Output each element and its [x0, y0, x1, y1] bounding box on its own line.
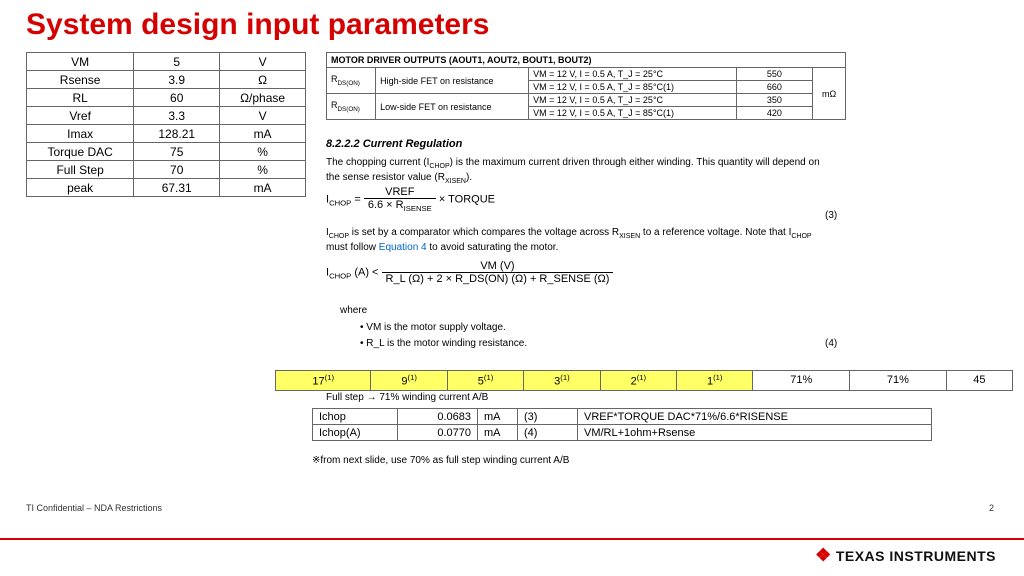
table-row: Imax128.21mA [27, 125, 306, 143]
table-row: Vref3.3V [27, 107, 306, 125]
fullstep-note: Full step → 71% winding current A/B [326, 392, 488, 403]
bullet-2: • R_L is the motor winding resistance. [360, 338, 527, 349]
rds-table-header: MOTOR DRIVER OUTPUTS (AOUT1, AOUT2, BOUT… [326, 52, 846, 67]
bullet-1: • VM is the motor supply voltage. [360, 322, 506, 333]
table-row: RL60Ω/phase [27, 89, 306, 107]
footnote: ※from next slide, use 70% as full step w… [312, 455, 569, 466]
table-row: Rsense3.9Ω [27, 71, 306, 89]
eq3-number: (3) [825, 210, 837, 221]
paragraph-1: The chopping current (ICHOP) is the maxi… [326, 156, 836, 187]
equation-4: ICHOP (A) < VM (V)R_L (Ω) + 2 × R_DS(ON)… [326, 260, 613, 285]
confidential-label: TI Confidential – NDA Restrictions [26, 503, 162, 513]
equation-3: ICHOP = VREF6.6 × RISENSE × TORQUE [326, 186, 495, 213]
table-row: Ichop(A)0.0770mA(4)VM/RL+1ohm+Rsense [313, 425, 932, 441]
table-row: Torque DAC75% [27, 143, 306, 161]
input-param-table: VM5VRsense3.9ΩRL60Ω/phaseVref3.3VImax128… [26, 52, 306, 197]
ti-chip-icon: ❖ [815, 545, 832, 565]
table-row: Full Step70% [27, 161, 306, 179]
table-row: peak67.31mA [27, 179, 306, 197]
page-number: 2 [989, 503, 994, 513]
eq4-number: (4) [825, 338, 837, 349]
page-title: System design input parameters [26, 8, 489, 42]
footer-divider [0, 538, 1024, 540]
where-label: where [340, 305, 367, 316]
table-row: VM5V [27, 53, 306, 71]
paragraph-2: ICHOP is set by a comparator which compa… [326, 226, 836, 255]
microstep-table: 17(1)9(1)5(1)3(1)2(1)1(1)71%71%45 [275, 370, 1013, 391]
table-row: Ichop0.0683mA(3)VREF*TORQUE DAC*71%/6.6*… [313, 409, 932, 425]
ichop-table: Ichop0.0683mA(3)VREF*TORQUE DAC*71%/6.6*… [312, 408, 932, 441]
section-heading: 8.2.2.2 Current Regulation [326, 138, 462, 150]
ti-logo: ❖TEXAS INSTRUMENTS [815, 545, 996, 566]
rds-table: RDS(ON) High-side FET on resistance VM =… [326, 67, 846, 120]
equation-4-link[interactable]: Equation 4 [379, 242, 427, 253]
